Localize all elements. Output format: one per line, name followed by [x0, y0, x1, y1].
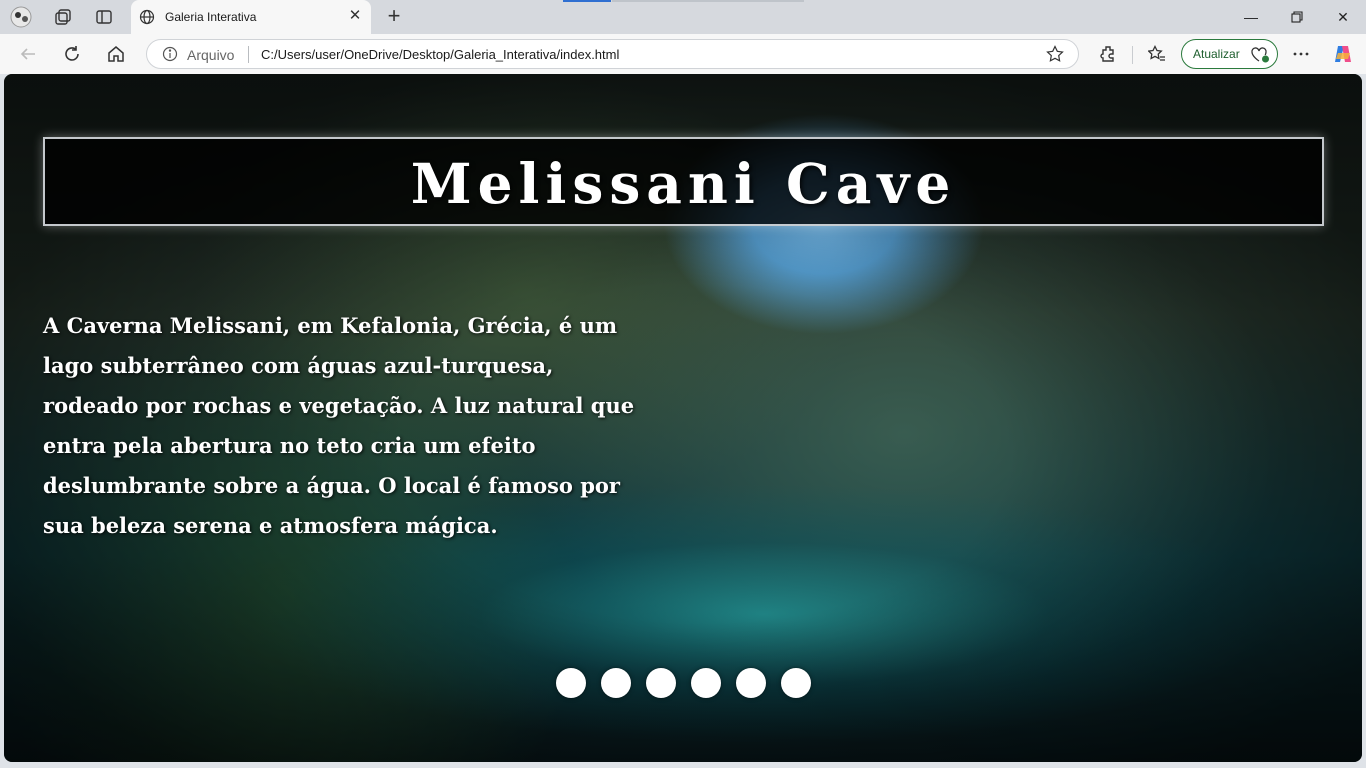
update-button-label: Atualizar	[1193, 47, 1240, 61]
refresh-icon[interactable]	[58, 40, 86, 68]
browser-toolbar: Arquivo C:/Users/user/OneDrive/Desktop/G…	[0, 34, 1366, 74]
address-bar[interactable]: Arquivo C:/Users/user/OneDrive/Desktop/G…	[146, 39, 1079, 69]
favorite-star-icon[interactable]	[1046, 45, 1064, 63]
slide-navigation	[556, 668, 811, 700]
slide-dot-5[interactable]	[736, 668, 766, 698]
url-text[interactable]: C:/Users/user/OneDrive/Desktop/Galeria_I…	[261, 47, 619, 62]
favorites-icon[interactable]	[1143, 40, 1171, 68]
close-tab-icon[interactable]: ✕	[347, 8, 363, 24]
slide-title: Melissani Cave	[410, 151, 957, 216]
slide-dot-6[interactable]	[781, 668, 811, 698]
source-label: Arquivo	[187, 47, 235, 63]
slide-dot-4[interactable]	[691, 668, 721, 698]
tab-drag-indicator	[563, 0, 611, 2]
more-menu-icon[interactable]	[1287, 40, 1315, 68]
active-tab[interactable]: Galeria Interativa ✕	[131, 0, 371, 34]
minimize-icon[interactable]: —	[1228, 0, 1274, 34]
slide-title-box: Melissani Cave	[43, 137, 1324, 226]
slide-dot-1[interactable]	[556, 668, 586, 698]
copilot-icon[interactable]	[1329, 40, 1357, 68]
slide-description: A Caverna Melissani, em Kefalonia, Gréci…	[43, 313, 635, 538]
update-button[interactable]: Atualizar	[1181, 39, 1278, 69]
home-icon[interactable]	[102, 40, 130, 68]
back-icon[interactable]	[14, 40, 42, 68]
profile-avatar-icon[interactable]	[8, 5, 34, 29]
restore-icon[interactable]	[1274, 0, 1320, 34]
slide-dot-2[interactable]	[601, 668, 631, 698]
tab-strip: Galeria Interativa ✕ + — ✕	[0, 0, 1366, 34]
info-icon[interactable]	[162, 46, 178, 62]
update-heart-icon	[1251, 47, 1269, 63]
vertical-tabs-icon[interactable]	[91, 5, 117, 29]
address-divider	[248, 46, 249, 63]
globe-icon	[139, 9, 155, 25]
extensions-icon[interactable]	[1094, 40, 1122, 68]
slide-dot-3[interactable]	[646, 668, 676, 698]
workspaces-icon[interactable]	[50, 5, 76, 29]
tab-title: Galeria Interativa	[165, 10, 257, 24]
close-window-icon[interactable]: ✕	[1320, 0, 1366, 34]
tab-drag-track	[612, 0, 804, 2]
new-tab-button[interactable]: +	[382, 5, 406, 29]
gallery-slide: Melissani Cave A Caverna Melissani, em K…	[4, 74, 1362, 762]
toolbar-divider	[1132, 46, 1133, 64]
window-bottom-edge	[0, 762, 1366, 768]
